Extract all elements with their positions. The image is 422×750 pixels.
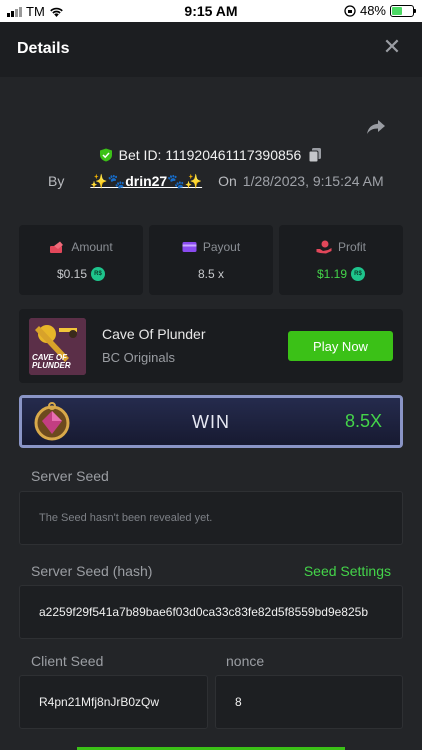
game-name: Cave Of Plunder [102,326,206,342]
amount-label: Amount [71,240,113,254]
coin-icon: R$ [91,267,106,281]
bet-date: 1/28/2023, 9:15:24 AM [242,173,384,189]
battery-icon [390,4,416,17]
by-label: By [48,173,65,189]
nonce-field[interactable]: 8 [215,675,403,729]
thumbnail-title: CAVE OF PLUNDER [32,353,71,370]
client-seed-label: Client Seed [31,653,104,669]
on-label: On [218,173,237,189]
amount-value: $0.15 [56,267,88,281]
share-icon[interactable] [366,119,386,135]
server-seed-hash-field[interactable]: a2259f29f541a7b89bae6f03d0ca33c83fe82d5f… [19,585,403,639]
orientation-lock-icon [344,4,356,17]
server-seed-field: The Seed hasn't been revealed yet. [19,491,403,545]
page-title: Details [17,40,70,57]
battery-percent: 48% [359,3,386,18]
username-link[interactable]: ✨🐾drin27🐾✨ [90,173,202,190]
seed-settings-link[interactable]: Seed Settings [304,563,391,579]
server-seed-hash-label: Server Seed (hash) [31,563,153,579]
status-bar: TM 9:15 AM 48% [0,0,422,22]
win-multiplier: 8.5X [344,411,382,431]
modal-header: Details ✕ [0,22,422,77]
client-seed-field[interactable]: R4pn21Mfj8nJrB0zQw [19,675,208,729]
bet-author-row: By ✨🐾drin27🐾✨ On 1/28/2023, 9:15:24 AM [48,173,384,190]
stat-payout: Payout 8.5 x [149,225,273,295]
profit-label: Profit [337,240,366,254]
card-icon [182,242,197,252]
win-result-banner: WIN 8.5X [19,395,403,448]
game-card: CAVE OF PLUNDER Cave Of Plunder BC Origi… [19,309,403,383]
amount-icon [50,241,64,253]
win-label: WIN [192,412,230,432]
stat-profit: Profit $1.19 R$ [279,225,403,295]
bet-id-row: Bet ID: 111920461117390856 [0,147,422,163]
game-provider: BC Originals [102,350,175,365]
profit-icon [316,240,332,254]
payout-value: 8.5 x [197,267,224,281]
nonce-label: nonce [226,653,265,669]
bet-stats: Amount $0.15 R$ Payout 8.5 x Profit $1.1… [19,225,403,295]
bet-id: Bet ID: 111920461117390856 [118,147,302,163]
status-right: 48% [344,3,416,18]
profit-value: $1.19 [316,267,348,281]
close-icon[interactable]: ✕ [380,35,404,59]
stat-amount: Amount $0.15 R$ [19,225,143,295]
game-thumbnail[interactable]: CAVE OF PLUNDER [29,318,86,375]
payout-label: Payout [202,240,241,254]
details-content: Bet ID: 111920461117390856 By ✨🐾drin27🐾✨… [0,77,422,750]
verified-shield-icon [99,148,112,162]
server-seed-label: Server Seed [31,468,109,484]
coin-icon: R$ [351,267,366,281]
play-now-button[interactable]: Play Now [288,331,393,361]
copy-icon[interactable] [307,147,323,163]
